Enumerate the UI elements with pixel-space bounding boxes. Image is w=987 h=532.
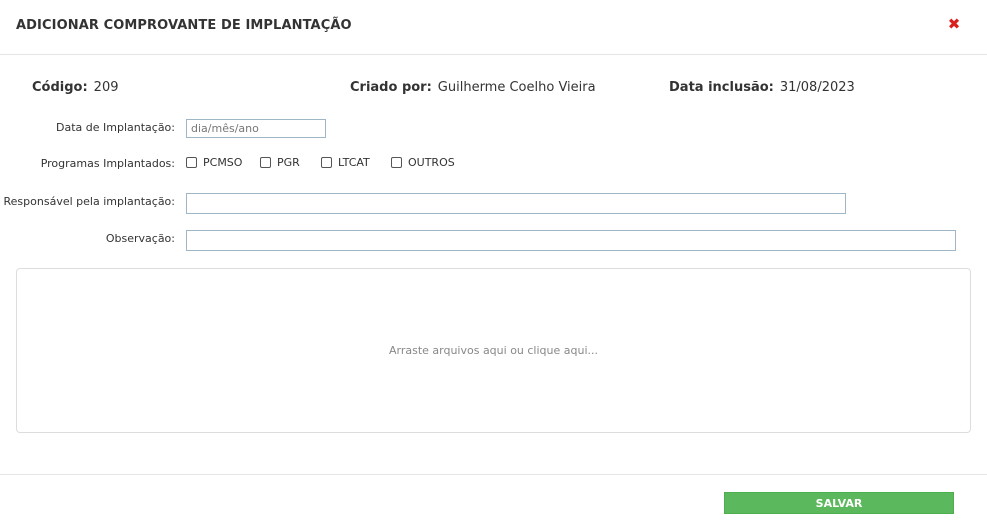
responsavel-input[interactable] — [186, 193, 846, 214]
codigo-value: 209 — [93, 80, 119, 95]
checkbox-box[interactable] — [391, 157, 402, 168]
checkbox-box[interactable] — [321, 157, 332, 168]
footer-divider — [0, 474, 987, 475]
info-criado-por: Criado por: Guilherme Coelho Vieira — [350, 80, 596, 95]
criado-value: Guilherme Coelho Vieira — [437, 80, 596, 95]
dropzone-text: Arraste arquivos aqui ou clique aqui... — [388, 344, 599, 357]
save-button[interactable]: SALVAR — [724, 492, 954, 514]
data-implantacao-label: Data de Implantação: — [56, 121, 175, 134]
programas-label: Programas Implantados: — [40, 157, 175, 170]
criado-label: Criado por: — [350, 80, 432, 95]
checkbox-label: LTCAT — [338, 156, 370, 169]
checkbox-box[interactable] — [186, 157, 197, 168]
checkbox-pcmso[interactable]: PCMSO — [186, 156, 242, 169]
codigo-label: Código: — [32, 80, 88, 95]
info-codigo: Código: 209 — [32, 80, 119, 95]
responsavel-label: Responsável pela implantação: — [3, 195, 175, 208]
close-icon[interactable]: ✖ — [946, 16, 962, 32]
modal-header: ADICIONAR COMPROVANTE DE IMPLANTAÇÃO ✖ — [0, 0, 987, 55]
checkbox-ltcat[interactable]: LTCAT — [321, 156, 370, 169]
file-dropzone[interactable]: Arraste arquivos aqui ou clique aqui... — [16, 268, 971, 433]
modal-title: ADICIONAR COMPROVANTE DE IMPLANTAÇÃO — [16, 18, 352, 33]
checkbox-label: OUTROS — [408, 156, 455, 169]
observacao-input[interactable] — [186, 230, 956, 251]
checkbox-label: PCMSO — [203, 156, 243, 169]
info-data-inclusao: Data inclusão: 31/08/2023 — [669, 80, 855, 95]
checkbox-outros[interactable]: OUTROS — [391, 156, 455, 169]
checkbox-box[interactable] — [260, 157, 271, 168]
checkbox-pgr[interactable]: PGR — [260, 156, 300, 169]
checkbox-label: PGR — [277, 156, 300, 169]
data-value: 31/08/2023 — [779, 80, 855, 95]
data-implantacao-input[interactable] — [186, 119, 326, 138]
data-label: Data inclusão: — [669, 80, 774, 95]
observacao-label: Observação: — [105, 232, 175, 245]
